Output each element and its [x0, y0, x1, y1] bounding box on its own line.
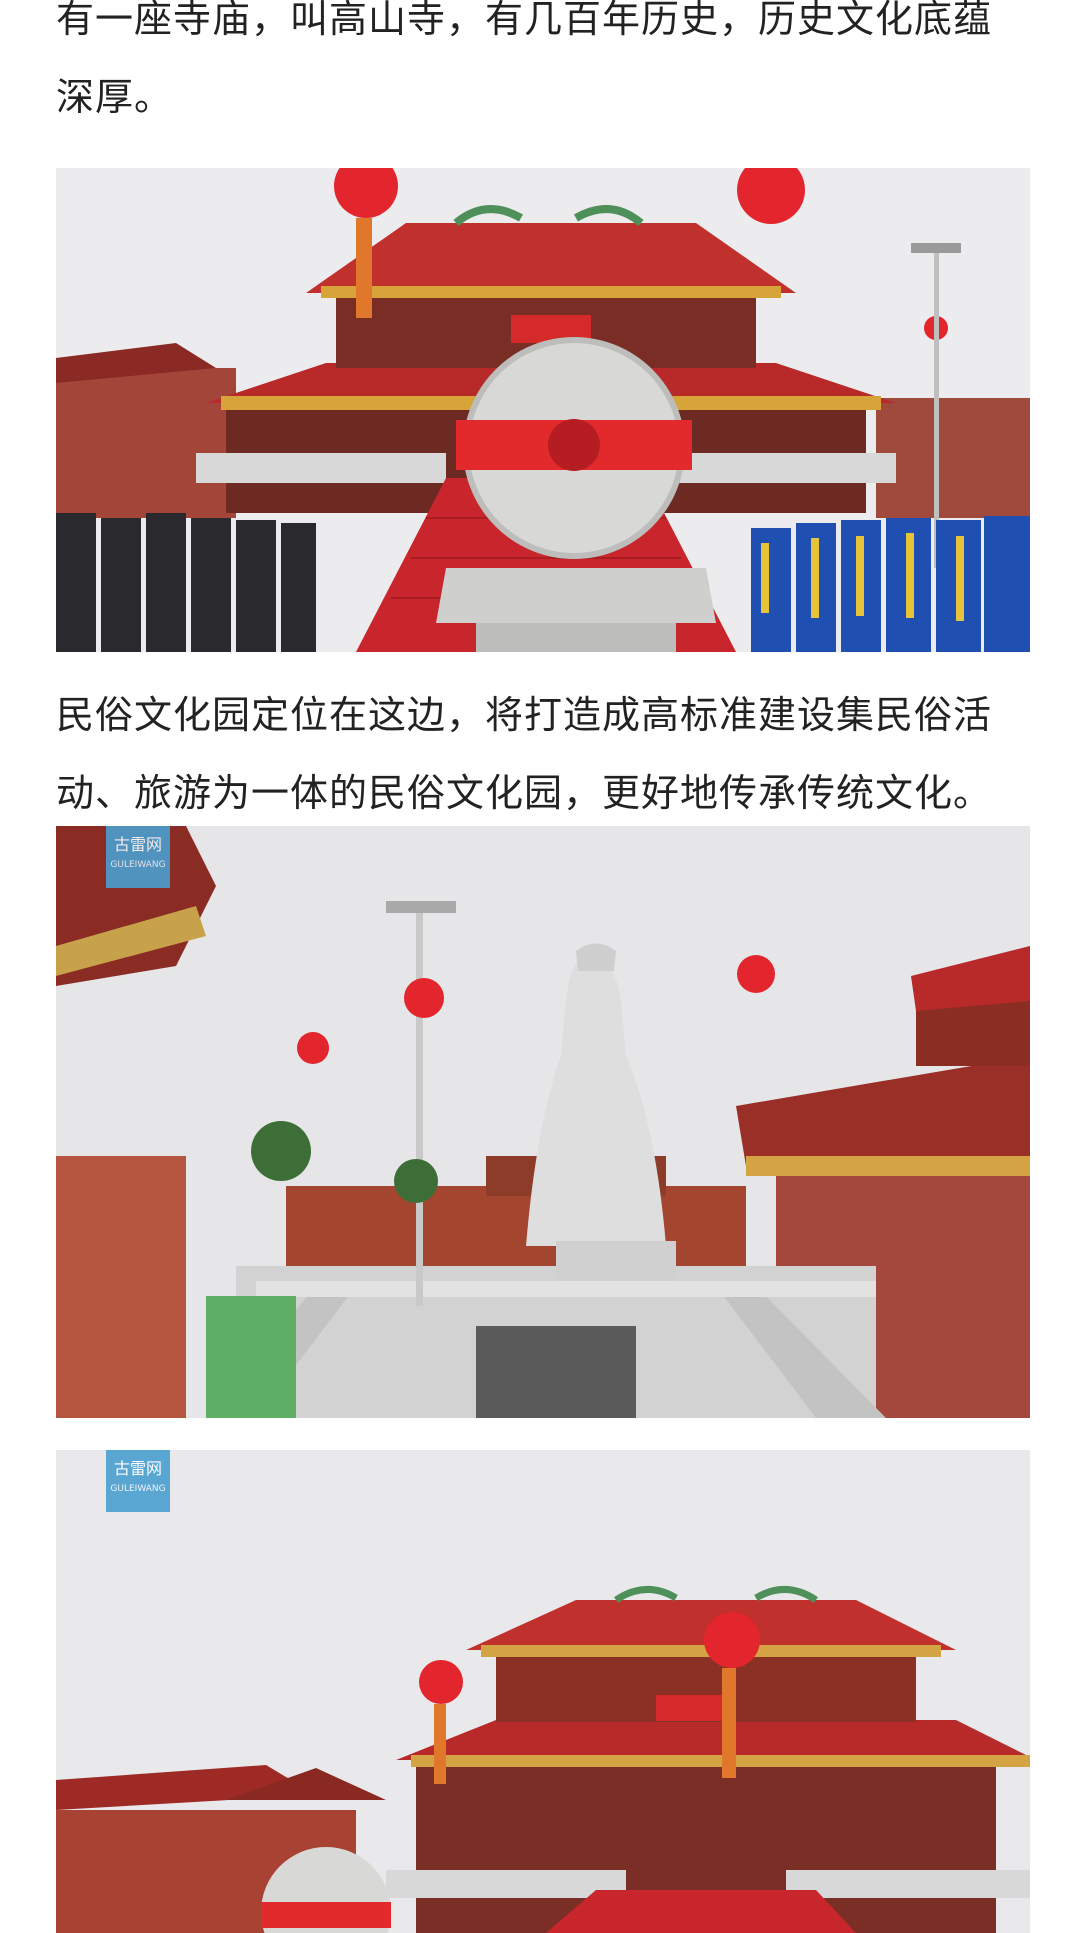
paragraph-line: 民俗文化园定位在这边，将打造成高标准建设集民俗活 — [56, 693, 993, 737]
paragraph-line: 深厚。 — [56, 75, 174, 119]
paragraph-temple-intro: 有一座寺庙，叫高山寺，有几百年历史，历史文化底蕴 深厚。 — [56, 0, 992, 136]
temple-ceremony-photo[interactable] — [56, 168, 1030, 652]
watermark-label: 古雷网 — [113, 1459, 162, 1478]
watermark-sub: GULEIWANG — [110, 860, 166, 870]
paragraph-line: 动、旅游为一体的民俗文化园，更好地传承传统文化。 — [56, 771, 993, 815]
temple-exterior-illustration — [56, 1450, 1030, 1933]
temple-exterior-photo[interactable]: 古雷网 GULEIWANG — [56, 1450, 1030, 1933]
site-watermark-logo: 古雷网 GULEIWANG — [106, 826, 170, 888]
temple-ceremony-illustration — [56, 168, 1030, 652]
paragraph-folk-culture-park: 民俗文化园定位在这边，将打造成高标准建设集民俗活 动、旅游为一体的民俗文化园，更… — [56, 676, 992, 832]
site-watermark-logo: 古雷网 GULEIWANG — [106, 1450, 170, 1512]
goddess-statue-illustration — [56, 826, 1030, 1418]
paragraph-line: 有一座寺庙，叫高山寺，有几百年历史，历史文化底蕴 — [56, 0, 993, 41]
watermark-label: 古雷网 — [113, 835, 162, 854]
watermark-sub: GULEIWANG — [110, 1484, 166, 1494]
goddess-statue-photo[interactable]: 古雷网 GULEIWANG — [56, 826, 1030, 1418]
